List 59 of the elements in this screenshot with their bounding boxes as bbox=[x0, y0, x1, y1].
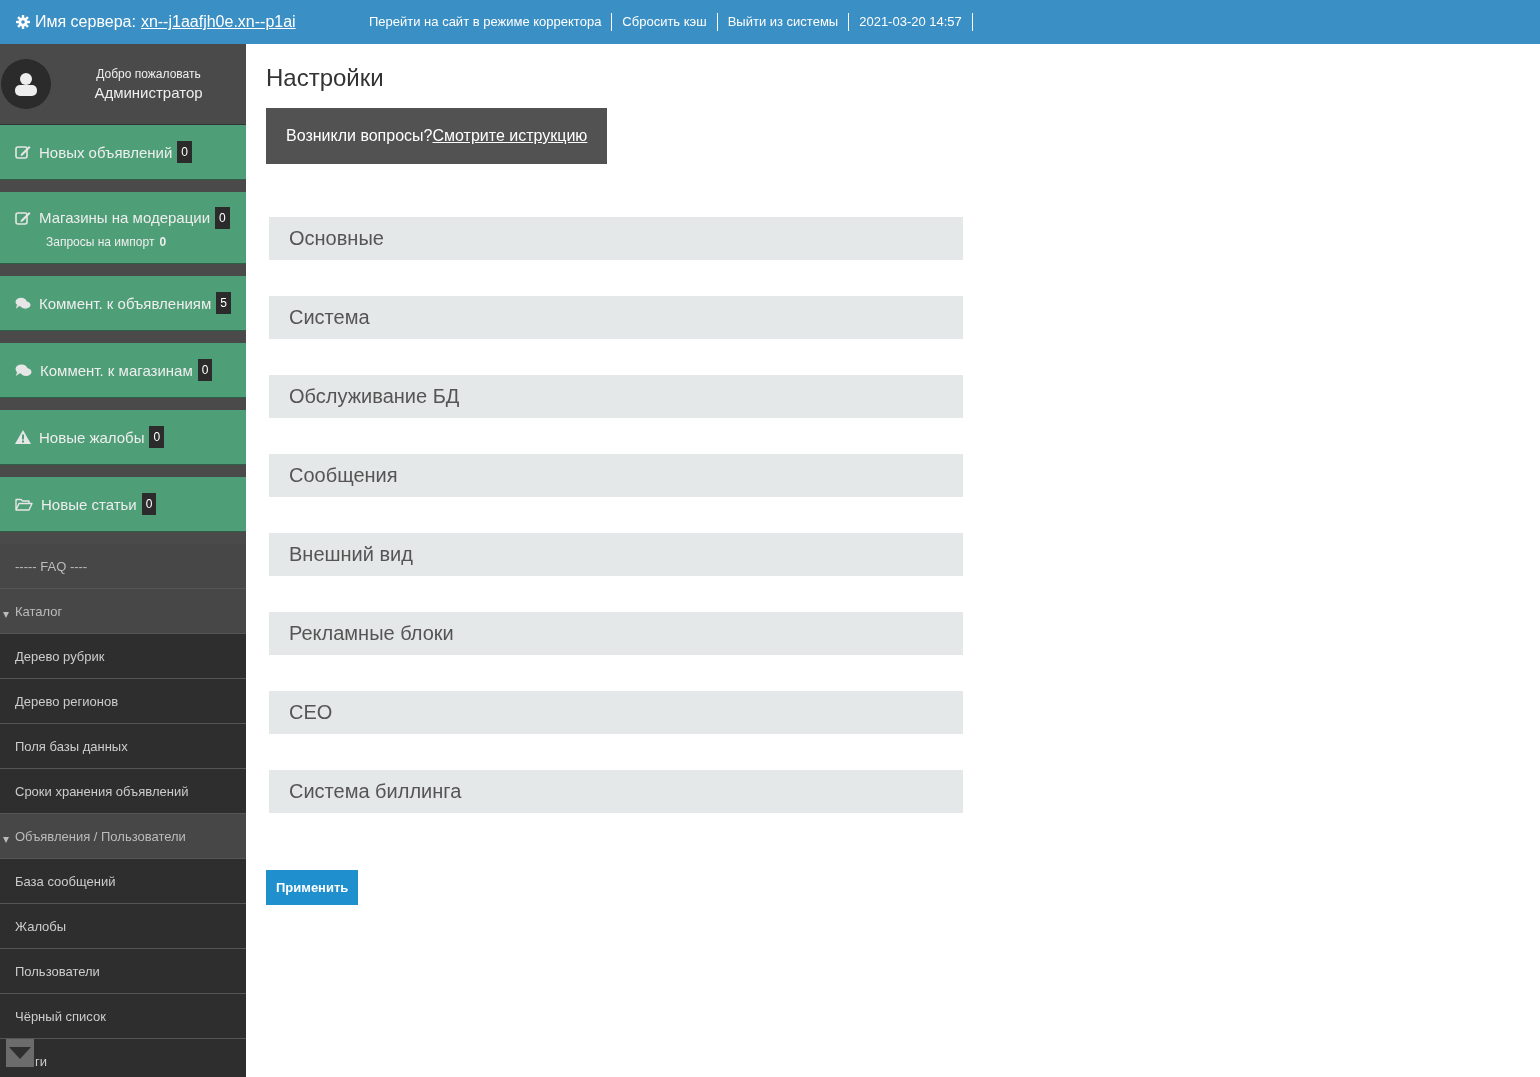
counter-label: Коммент. к объявлениям bbox=[38, 294, 212, 312]
counter-item[interactable]: Новые жалобы 0 bbox=[0, 410, 246, 465]
counter-label: Коммент. к магазинам bbox=[40, 361, 193, 379]
settings-section[interactable]: Обслуживание БД bbox=[269, 375, 963, 418]
count-badge: 0 bbox=[149, 426, 165, 448]
server-label: Имя сервера: bbox=[35, 13, 136, 31]
welcome-text: Добро пожаловать bbox=[95, 67, 202, 81]
help-banner: Возникли вопросы?Смотрите иструкцию bbox=[266, 108, 608, 164]
menu-item[interactable]: ги bbox=[0, 1039, 246, 1077]
counter-item[interactable]: Новых объявлений 0 bbox=[0, 125, 246, 180]
user-name: Администратор bbox=[93, 84, 204, 101]
caret-icon bbox=[9, 1047, 31, 1059]
settings-section[interactable]: Внешний вид bbox=[269, 533, 963, 576]
counter-label: Новых объявлений bbox=[39, 143, 173, 161]
comments-icon bbox=[15, 363, 32, 377]
count-badge: 0 bbox=[197, 359, 213, 381]
counter-item[interactable]: Магазины на модерации 0 Запросы на импорт 0 bbox=[0, 192, 246, 264]
menu-item[interactable]: База сообщений bbox=[0, 859, 246, 904]
count-badge: 0 bbox=[141, 493, 157, 515]
comments-icon bbox=[15, 296, 31, 310]
settings-section[interactable]: Система bbox=[269, 296, 963, 339]
apply-button[interactable]: Применить bbox=[266, 870, 359, 905]
menu-item[interactable]: Чёрный список bbox=[0, 994, 246, 1039]
header-link[interactable]: Сбросить кэш bbox=[612, 13, 718, 31]
warning-icon bbox=[15, 430, 31, 444]
counter-label: Новые статьи bbox=[41, 495, 137, 513]
count-badge: 0 bbox=[177, 141, 192, 163]
page-title: Настройки bbox=[266, 64, 385, 92]
instruction-link[interactable]: Смотрите иструкцию bbox=[432, 127, 588, 144]
counter-item[interactable]: Коммент. к магазинам 0 bbox=[0, 343, 246, 398]
date-time: 2021-03-20 14:57 bbox=[849, 13, 973, 31]
settings-section[interactable]: Сообщения bbox=[269, 454, 963, 497]
counter-label: Новые жалобы bbox=[39, 428, 145, 446]
edit-icon bbox=[15, 210, 31, 225]
settings-section[interactable]: СЕО bbox=[269, 691, 963, 734]
settings-section[interactable]: Основные bbox=[269, 217, 963, 260]
count-badge: 5 bbox=[216, 292, 231, 314]
edit-icon bbox=[15, 145, 31, 159]
settings-icon bbox=[16, 15, 30, 29]
sub-count: 0 bbox=[159, 234, 167, 249]
header-link[interactable]: Перейти на сайт в режиме корректора bbox=[359, 13, 613, 31]
sub-label: Запросы на импорт bbox=[46, 234, 155, 249]
settings-section[interactable]: Рекламные блоки bbox=[269, 612, 963, 655]
menu-item[interactable]: Поля базы данных bbox=[0, 724, 246, 769]
settings-section[interactable]: Система биллинга bbox=[269, 770, 963, 813]
user-icon bbox=[14, 72, 38, 96]
folder-icon bbox=[15, 497, 33, 511]
counter-item[interactable]: Коммент. к объявлениям 5 bbox=[0, 276, 246, 331]
counter-item[interactable]: Новые статьи 0 bbox=[0, 477, 246, 532]
counter-label: Магазины на модерации bbox=[39, 209, 211, 226]
menu-item[interactable]: Дерево рубрик bbox=[0, 634, 246, 679]
menu-item[interactable]: Жалобы bbox=[0, 904, 246, 949]
scroll-down-button[interactable] bbox=[6, 1039, 34, 1067]
header-link[interactable]: Выйти из системы bbox=[717, 13, 850, 31]
server-link[interactable]: xn--j1aafjh0e.xn--p1ai bbox=[140, 13, 296, 31]
menu-item[interactable]: Пользователи bbox=[0, 949, 246, 994]
menu-item[interactable]: Дерево регионов bbox=[0, 679, 246, 724]
menu-item[interactable]: Сроки хранения объявлений bbox=[0, 769, 246, 814]
count-badge: 0 bbox=[215, 206, 230, 229]
